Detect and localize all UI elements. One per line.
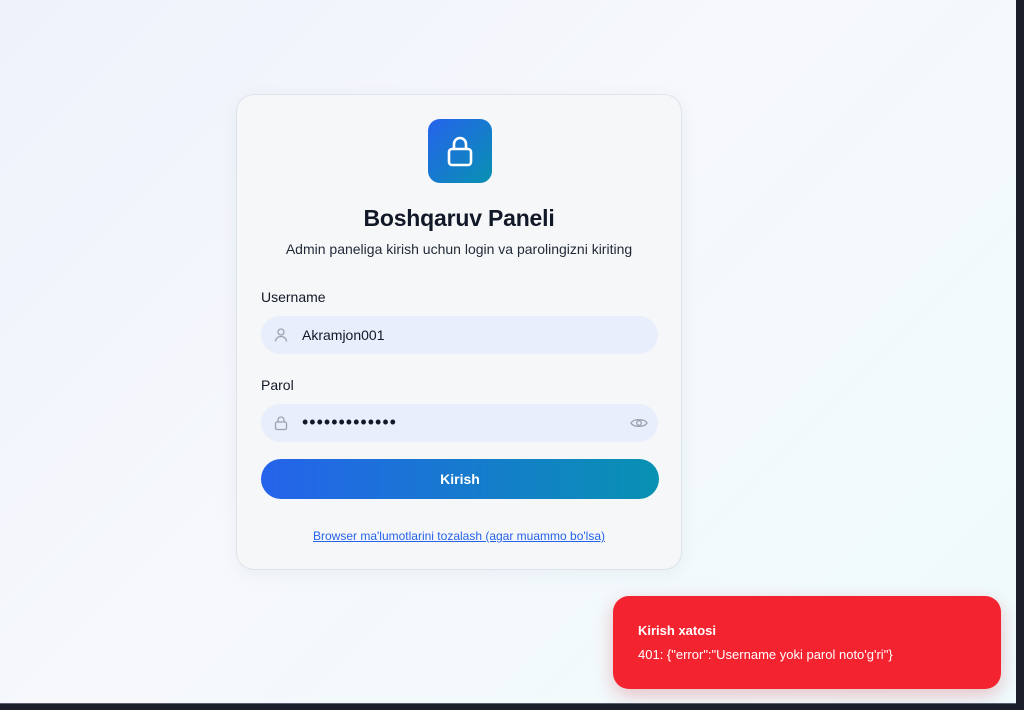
password-field[interactable]: ••••••••••••• [261,404,658,442]
username-field[interactable]: Akramjon001 [261,316,658,354]
password-label: Parol [261,377,294,393]
login-button[interactable]: Kirish [261,459,659,499]
page-title: Boshqaruv Paneli [363,205,555,231]
logo-badge [428,119,492,183]
error-toast[interactable]: Kirish xatosi 401: {"error":"Username yo… [613,596,1001,689]
page-subtitle: Admin paneliga kirish uchun login va par… [285,241,633,257]
clear-browser-data-link[interactable]: Browser ma'lumotlarini tozalash (agar mu… [237,529,681,543]
window-frame-right [1016,0,1024,710]
lock-icon [274,416,288,431]
user-icon [274,328,288,342]
password-value: ••••••••••••• [302,412,397,432]
window-frame-bottom [0,704,1024,710]
toast-title: Kirish xatosi [638,623,717,638]
username-label: Username [261,289,326,305]
eye-icon[interactable] [630,415,648,431]
lock-icon [447,136,473,167]
toast-message: 401: {"error":"Username yoki parol noto'… [638,647,893,662]
username-value: Akramjon001 [302,327,385,343]
login-card: Boshqaruv Paneli Admin paneliga kirish u… [236,94,682,570]
